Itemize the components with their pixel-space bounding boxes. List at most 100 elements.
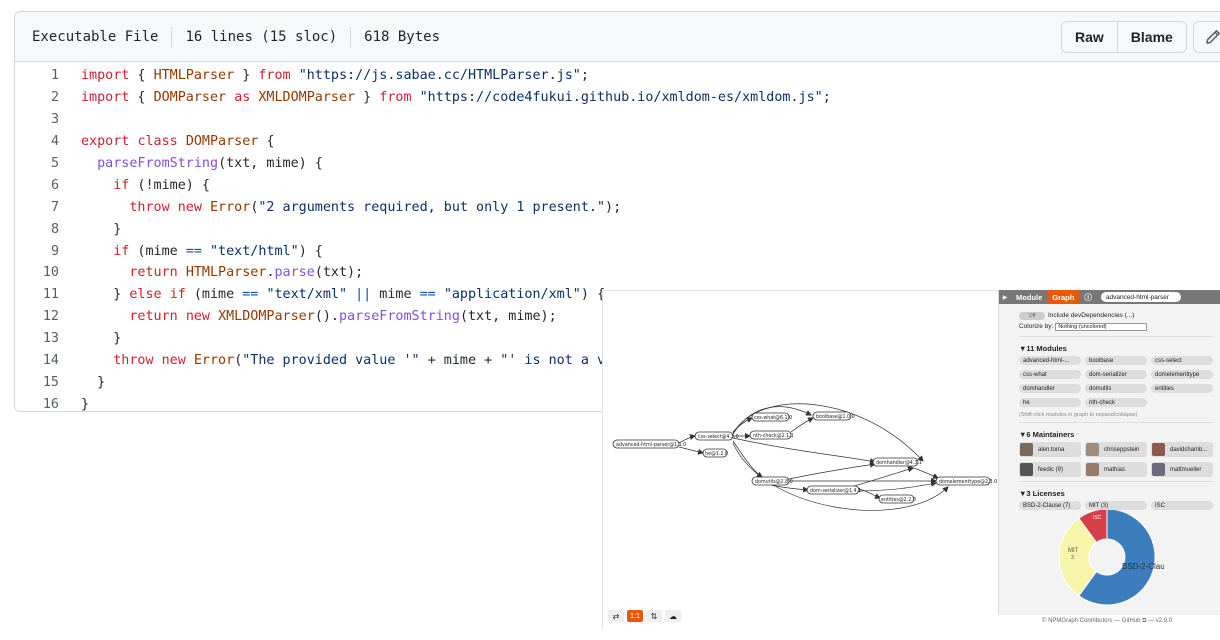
line-content: import { HTMLParser } from "https://js.s… — [81, 68, 589, 84]
maintainer-chip[interactable]: mathias — [1085, 462, 1147, 477]
tab-graph[interactable]: Graph — [1047, 290, 1080, 304]
line-number[interactable]: 1 — [15, 68, 59, 83]
line-number[interactable]: 9 — [15, 244, 59, 259]
line-content: return new XMLDOMParser().parseFromStrin… — [129, 309, 557, 325]
line-number[interactable]: 8 — [15, 222, 59, 237]
module-chip[interactable]: domhandler — [1019, 384, 1081, 393]
graph-node[interactable]: advanced-html-parser@1.1.0 — [612, 439, 686, 449]
module-chip[interactable]: he — [1019, 398, 1081, 407]
line-number[interactable]: 7 — [15, 200, 59, 215]
graph-node[interactable]: css-select@4.3.0 — [694, 431, 739, 441]
line-number[interactable]: 6 — [15, 178, 59, 193]
graph-node[interactable]: domhandler@4.3.1 — [872, 457, 922, 467]
module-chip[interactable]: nth-check — [1085, 398, 1147, 407]
maintainer-name: feedic (9) — [1038, 466, 1064, 473]
line-number[interactable]: 12 — [15, 309, 59, 324]
svg-text:nth-check@2.1.1: nth-check@2.1.1 — [753, 433, 794, 439]
dependency-graph-panel: advanced-html-parser@1.1.0 css-select@4.… — [602, 290, 1032, 630]
svg-text:domelementtype@2.3.0: domelementtype@2.3.0 — [939, 479, 997, 485]
maintainer-chip[interactable]: alen.toma — [1019, 442, 1081, 457]
line-content: } else if (mime == "text/xml" || mime ==… — [81, 287, 606, 303]
license-chip[interactable]: MIT (3) — [1085, 501, 1147, 510]
footer: © NPMGraph Contributors — GitHub ⧉ — v2.… — [1042, 618, 1173, 624]
dependency-graph[interactable]: advanced-html-parser@1.1.0 css-select@4.… — [603, 291, 1033, 631]
cloud-download-icon[interactable]: ☁ — [665, 610, 681, 622]
colorize-select[interactable]: Nothing (uncolored) — [1055, 322, 1148, 331]
line-number[interactable]: 14 — [15, 353, 59, 368]
module-chip[interactable]: advanced-html-... — [1019, 356, 1081, 365]
zoom-1-1-button[interactable]: 1:1 — [627, 610, 643, 622]
avatar — [1152, 443, 1165, 456]
npmgraph-side-panel: ▶ Module Graph ⓘ advanced-html-parser Of… — [998, 290, 1220, 615]
license-pie-chart: BSD-2-Clause MIT 3 ISC — [1054, 508, 1174, 612]
code-line: 2 import { DOMParser as XMLDOMParser } fr… — [15, 87, 1220, 109]
graph-node[interactable]: domutils@2.8.0 — [751, 476, 793, 486]
graph-node[interactable]: he@1.2.0 — [702, 448, 728, 458]
avatar — [1152, 463, 1165, 476]
tab-info[interactable]: ⓘ — [1079, 290, 1097, 304]
divider — [1019, 422, 1214, 423]
swap-horizontal-icon[interactable]: ⇄ — [608, 610, 624, 622]
maintainer-chip[interactable]: chriseppstein — [1085, 442, 1147, 457]
line-number[interactable]: 15 — [15, 375, 59, 390]
module-chip[interactable]: dom-serializer — [1085, 370, 1147, 379]
maintainer-chip[interactable]: davidchamb... — [1151, 442, 1213, 457]
graph-node[interactable]: dom-serializer@1.4.1 — [806, 485, 861, 495]
svg-text:domhandler@4.3.1: domhandler@4.3.1 — [876, 460, 922, 466]
svg-text:domutils@2.8.0: domutils@2.8.0 — [755, 479, 793, 485]
code-line: 3 — [15, 109, 1220, 131]
line-content: if (!mime) { — [113, 177, 210, 193]
module-chip[interactable]: domutils — [1085, 384, 1147, 393]
line-number[interactable]: 5 — [15, 156, 59, 171]
avatar — [1020, 443, 1033, 456]
line-number[interactable]: 16 — [15, 397, 59, 411]
maintainers-title[interactable]: ▼6 Maintainers — [1019, 429, 1214, 440]
swap-vertical-icon[interactable]: ⇅ — [646, 610, 662, 622]
line-number[interactable]: 4 — [15, 134, 59, 149]
svg-text:he@1.2.0: he@1.2.0 — [705, 451, 728, 457]
modules-title[interactable]: ▼11 Modules — [1019, 343, 1214, 354]
pencil-icon — [1206, 30, 1220, 44]
module-chip[interactable]: boolbase — [1085, 356, 1147, 365]
graph-node[interactable]: entities@2.2.0 — [878, 494, 916, 504]
svg-text:entities@2.2.0: entities@2.2.0 — [881, 497, 916, 503]
colorize-label: Colorize by: — [1019, 323, 1054, 330]
code-line: 5 parseFromString(txt, mime) { — [15, 153, 1220, 175]
svg-text:boolbase@1.0.0: boolbase@1.0.0 — [816, 414, 855, 420]
panel-tabbar: ▶ Module Graph ⓘ advanced-html-parser — [999, 290, 1220, 304]
code-line: 6 if (!mime) { — [15, 174, 1220, 196]
divider — [350, 26, 352, 47]
graph-node[interactable]: css-what@6.1.0 — [751, 412, 792, 422]
line-number[interactable]: 10 — [15, 265, 59, 280]
module-chip[interactable]: entities — [1151, 384, 1213, 393]
package-input[interactable]: advanced-html-parser — [1100, 292, 1181, 302]
graph-node[interactable]: domelementtype@2.3.0 — [935, 476, 997, 486]
blame-button[interactable]: Blame — [1116, 22, 1186, 52]
line-number[interactable]: 13 — [15, 331, 59, 346]
code-line: 4 export class DOMParser { — [15, 131, 1220, 153]
license-chip[interactable]: ISC — [1151, 501, 1213, 510]
maintainer-name: mattmueller — [1170, 466, 1202, 473]
tab-module[interactable]: Module — [1011, 290, 1047, 304]
licenses-title[interactable]: ▼3 Licenses — [1019, 488, 1214, 499]
module-chip[interactable]: domelementtype — [1151, 370, 1213, 379]
line-number[interactable]: 2 — [15, 90, 59, 105]
collapse-icon[interactable]: ▶ — [999, 294, 1011, 301]
svg-text:dom-serializer@1.4.1: dom-serializer@1.4.1 — [810, 488, 861, 494]
edit-button[interactable] — [1192, 21, 1220, 53]
line-content: } — [81, 221, 122, 237]
module-chip[interactable]: css-what — [1019, 370, 1081, 379]
dev-dependencies-toggle[interactable]: Off — [1019, 311, 1045, 320]
license-chip[interactable]: BSD-2-Clause (7) — [1019, 501, 1081, 510]
graph-node[interactable]: boolbase@1.0.0 — [812, 411, 855, 421]
raw-button[interactable]: Raw — [1062, 22, 1117, 52]
line-number[interactable]: 3 — [15, 112, 59, 127]
line-number[interactable]: 11 — [15, 287, 59, 302]
maintainer-chip[interactable]: feedic (9) — [1019, 462, 1081, 477]
module-chip[interactable]: css-select — [1151, 356, 1213, 365]
maintainer-name: mathias — [1104, 466, 1126, 473]
maintainer-name: davidchamb... — [1170, 446, 1208, 453]
maintainer-chip[interactable]: mattmueller — [1151, 462, 1213, 477]
code-line: 10 return HTMLParser.parse(txt); — [15, 262, 1220, 284]
graph-node[interactable]: nth-check@2.1.1 — [749, 430, 794, 440]
